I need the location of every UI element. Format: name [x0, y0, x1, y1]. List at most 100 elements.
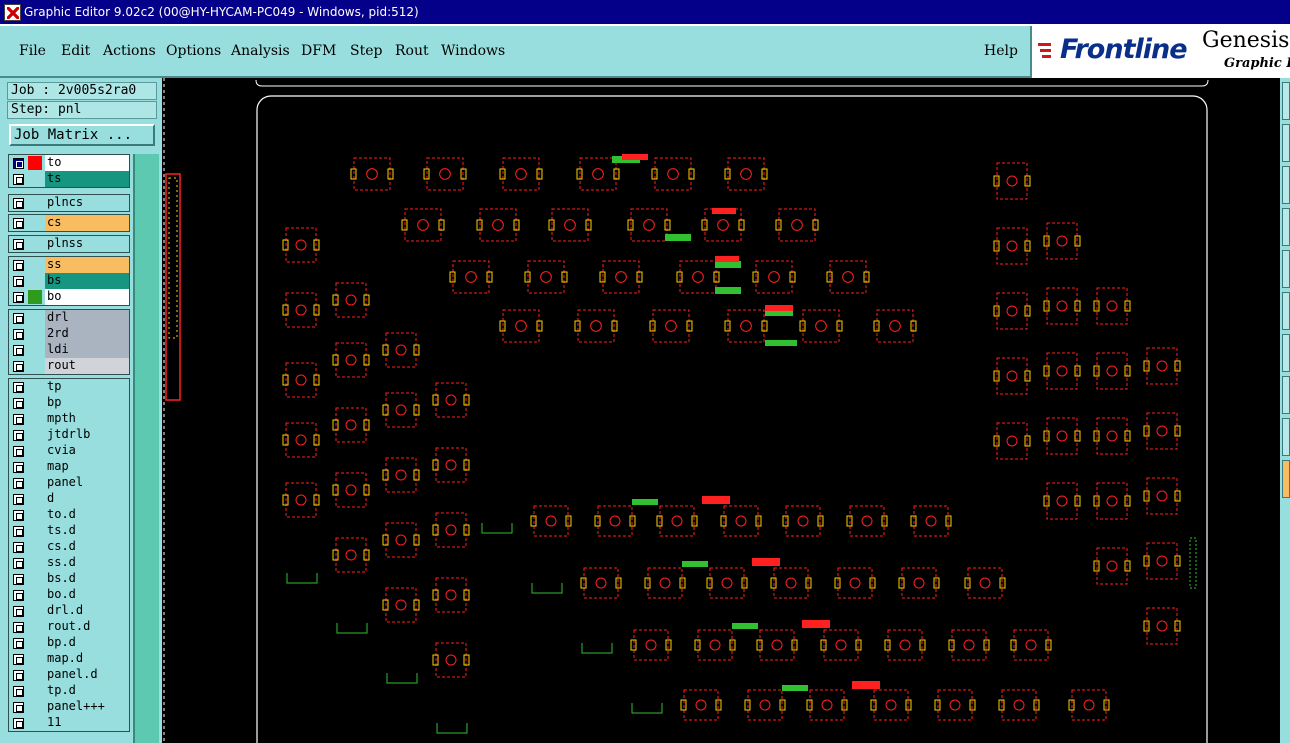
layer-checkbox[interactable] — [13, 462, 24, 473]
layer-name[interactable]: panel.d — [45, 667, 129, 683]
layer-row[interactable]: map.d — [9, 651, 129, 667]
layer-name[interactable]: ss.d — [45, 555, 129, 571]
layer-row[interactable]: to.d — [9, 507, 129, 523]
menu-edit[interactable]: Edit — [61, 43, 90, 59]
layer-row[interactable]: panel — [9, 475, 129, 491]
layer-name[interactable]: map.d — [45, 651, 129, 667]
layer-name[interactable]: tp — [45, 379, 129, 395]
layer-checkbox[interactable] — [13, 218, 24, 229]
job-matrix-button[interactable]: Job Matrix ... — [9, 124, 155, 146]
layer-name[interactable]: ldi — [45, 342, 129, 358]
layer-row[interactable]: cvia — [9, 443, 129, 459]
layer-name[interactable]: tp.d — [45, 683, 129, 699]
layer-checkbox[interactable] — [13, 382, 24, 393]
layer-name[interactable]: bp — [45, 395, 129, 411]
layer-row[interactable]: mpth — [9, 411, 129, 427]
layer-checkbox[interactable] — [13, 702, 24, 713]
layer-row[interactable]: 11 — [9, 715, 129, 731]
layer-name[interactable]: panel+++ — [45, 699, 129, 715]
layer-row[interactable]: plncs — [9, 195, 129, 211]
pcb-panel-drawing[interactable] — [162, 78, 1280, 743]
layer-checkbox[interactable] — [13, 654, 24, 665]
layer-row[interactable]: d — [9, 491, 129, 507]
layer-row[interactable]: bs — [9, 273, 129, 289]
layer-checkbox[interactable] — [13, 494, 24, 505]
layer-name[interactable]: ss — [45, 257, 129, 273]
layer-row[interactable]: rout.d — [9, 619, 129, 635]
layer-name[interactable]: mpth — [45, 411, 129, 427]
layer-row[interactable]: ts.d — [9, 523, 129, 539]
layer-name[interactable]: bp.d — [45, 635, 129, 651]
menu-help[interactable]: Help — [984, 43, 1018, 59]
layer-name[interactable]: drl — [45, 310, 129, 326]
layer-checkbox[interactable] — [13, 574, 24, 585]
layer-checkbox[interactable] — [13, 361, 24, 372]
menu-actions[interactable]: Actions — [103, 43, 156, 59]
layer-name[interactable]: to — [45, 155, 129, 171]
layer-checkbox[interactable] — [13, 542, 24, 553]
layer-name[interactable]: drl.d — [45, 603, 129, 619]
layer-row[interactable]: rout — [9, 358, 129, 374]
layer-checkbox[interactable] — [13, 398, 24, 409]
layer-name[interactable]: ts — [45, 171, 129, 187]
tool-button[interactable] — [1282, 334, 1290, 372]
layer-name[interactable]: rout.d — [45, 619, 129, 635]
layer-row[interactable]: bo.d — [9, 587, 129, 603]
menu-analysis[interactable]: Analysis — [231, 43, 290, 59]
layer-checkbox[interactable] — [13, 638, 24, 649]
layer-name[interactable]: plnss — [45, 236, 129, 252]
layer-checkbox[interactable] — [13, 276, 24, 287]
layer-checkbox[interactable] — [13, 239, 24, 250]
layer-row[interactable]: drl.d — [9, 603, 129, 619]
menu-windows[interactable]: Windows — [441, 43, 505, 59]
layer-name[interactable]: d — [45, 491, 129, 507]
layer-row[interactable]: ts — [9, 171, 129, 187]
layer-name[interactable]: cs — [45, 215, 129, 231]
layer-name[interactable]: rout — [45, 358, 129, 374]
layer-row[interactable]: panel.d — [9, 667, 129, 683]
layer-row[interactable]: plnss — [9, 236, 129, 252]
layer-row[interactable]: bp.d — [9, 635, 129, 651]
tool-button[interactable] — [1282, 250, 1290, 288]
layer-row[interactable]: tp — [9, 379, 129, 395]
layer-name[interactable]: 2rd — [45, 326, 129, 342]
layer-checkbox[interactable] — [13, 430, 24, 441]
layer-name[interactable]: jtdrlb — [45, 427, 129, 443]
layer-name[interactable]: plncs — [45, 195, 129, 211]
layer-checkbox[interactable] — [13, 478, 24, 489]
layer-checkbox[interactable] — [13, 558, 24, 569]
layer-checkbox[interactable] — [13, 622, 24, 633]
layer-name[interactable]: ts.d — [45, 523, 129, 539]
layer-checkbox[interactable] — [13, 446, 24, 457]
layer-name[interactable]: bo.d — [45, 587, 129, 603]
layer-row[interactable]: cs.d — [9, 539, 129, 555]
layer-row[interactable]: ss — [9, 257, 129, 273]
menu-rout[interactable]: Rout — [395, 43, 429, 59]
layer-row[interactable]: ss.d — [9, 555, 129, 571]
menu-dfm[interactable]: DFM — [301, 43, 336, 59]
layer-row[interactable]: bo — [9, 289, 129, 305]
layer-checkbox[interactable] — [13, 313, 24, 324]
tool-button[interactable] — [1282, 166, 1290, 204]
tool-button[interactable] — [1282, 460, 1290, 498]
tool-button[interactable] — [1282, 208, 1290, 246]
tool-button[interactable] — [1282, 376, 1290, 414]
layer-checkbox[interactable] — [13, 526, 24, 537]
layer-name[interactable]: panel — [45, 475, 129, 491]
layer-row[interactable]: bp — [9, 395, 129, 411]
layer-row[interactable]: drl — [9, 310, 129, 326]
layer-checkbox[interactable] — [13, 198, 24, 209]
layer-name[interactable]: 11 — [45, 715, 129, 731]
tool-button[interactable] — [1282, 82, 1290, 120]
layer-row[interactable]: tp.d — [9, 683, 129, 699]
layer-list-scrollbar[interactable] — [133, 154, 159, 743]
menu-options[interactable]: Options — [166, 43, 221, 59]
menu-step[interactable]: Step — [350, 43, 382, 59]
layer-row[interactable]: cs — [9, 215, 129, 231]
layer-checkbox[interactable] — [13, 329, 24, 340]
layer-row[interactable]: to — [9, 155, 129, 171]
menu-file[interactable]: File — [19, 43, 46, 59]
tool-button[interactable] — [1282, 418, 1290, 456]
layer-checkbox[interactable] — [13, 174, 24, 185]
layer-checkbox[interactable] — [13, 292, 24, 303]
